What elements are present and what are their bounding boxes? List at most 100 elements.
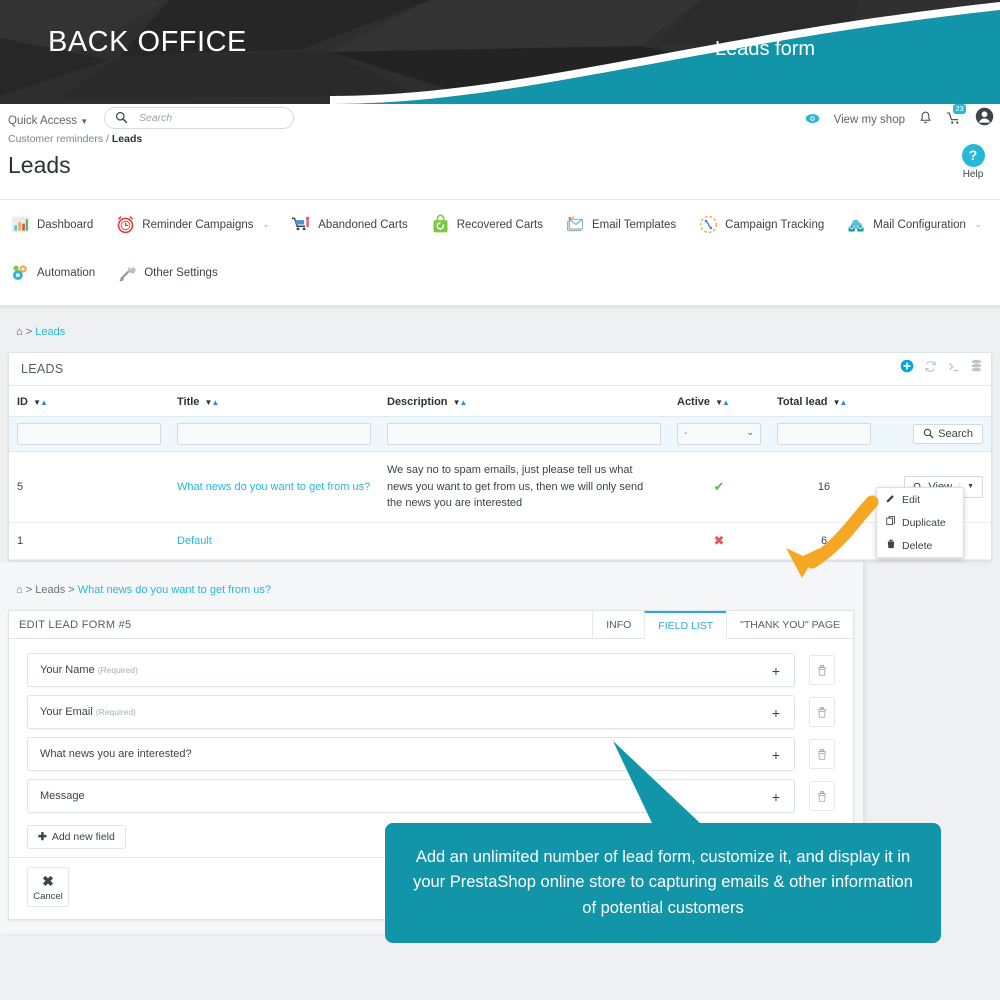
form-field-row: Your Email (Required) + (27, 695, 835, 729)
form-field-row: What news you are interested? + (27, 737, 835, 771)
filter-title-input[interactable] (177, 423, 371, 445)
filter-total-lead-input[interactable] (777, 423, 871, 445)
nav-item-reminder-campaigns[interactable]: Reminder Campaigns ⌄ (115, 214, 269, 235)
field-your-email[interactable]: Your Email (Required) + (27, 695, 795, 729)
expand-plus-icon[interactable]: + (772, 705, 780, 721)
nav-item-label: Abandoned Carts (318, 219, 408, 231)
database-icon[interactable] (970, 359, 983, 376)
tab-info[interactable]: INFO (592, 611, 644, 639)
expand-plus-icon[interactable]: + (772, 789, 780, 805)
nav-item-other-settings[interactable]: Other Settings (117, 262, 218, 283)
nav-item-email-templates[interactable]: Email Templates (565, 214, 676, 235)
filter-search-cell: Search (879, 417, 991, 452)
breadcrumb-current: Leads (112, 133, 142, 145)
nav-item-abandoned-carts[interactable]: Abandoned Carts (291, 214, 408, 235)
filter-active-select[interactable]: - ⌄ (677, 423, 761, 445)
breadcrumb-current-link[interactable]: What news do you want to get from us? (78, 584, 271, 596)
field-message[interactable]: Message + (27, 779, 795, 813)
search-button[interactable]: Search (913, 424, 983, 444)
dropdown-item-duplicate[interactable]: Duplicate (877, 511, 963, 534)
delete-field-button[interactable] (809, 655, 835, 685)
dropdown-item-edit[interactable]: Edit (877, 488, 963, 511)
leads-panel: LEADS ID (8, 352, 992, 561)
nav-item-campaign-tracking[interactable]: Campaign Tracking (698, 214, 824, 235)
field-what-news-interested[interactable]: What news you are interested? + (27, 737, 795, 771)
filter-description-input[interactable] (387, 423, 661, 445)
notifications-bell-icon[interactable] (919, 111, 932, 128)
cell-id: 5 (9, 452, 169, 523)
chevron-down-icon[interactable]: ⌄ (975, 220, 982, 229)
field-your-name[interactable]: Your Name (Required) + (27, 653, 795, 687)
cell-description: We say no to spam emails, just please te… (379, 452, 669, 523)
chevron-down-icon[interactable]: ⌄ (262, 220, 269, 229)
cell-total-lead: 6 (769, 522, 879, 559)
avatar[interactable] (975, 107, 994, 132)
add-new-field-button[interactable]: ✚ Add new field (27, 825, 126, 849)
nav-item-recovered-carts[interactable]: Recovered Carts (430, 214, 543, 235)
nav-item-mail-configuration[interactable]: Mail Configuration ⌄ (846, 214, 981, 235)
field-label: What news you are interested? (40, 748, 192, 760)
add-icon[interactable] (900, 359, 914, 376)
search-input[interactable]: Search (104, 107, 294, 129)
nav-item-label: Mail Configuration (873, 219, 966, 231)
quick-access-menu[interactable]: Quick Access ▼ (8, 115, 88, 127)
plus-icon: ✚ (38, 831, 47, 843)
console-icon[interactable] (947, 360, 960, 376)
table-row[interactable]: 1 Default ✖ 6 (9, 522, 991, 559)
nav-item-label: Reminder Campaigns (142, 219, 253, 231)
lead-title-link[interactable]: What news do you want to get from us? (177, 481, 370, 493)
sort-arrows-icon[interactable]: ▼▲ (833, 398, 847, 407)
module-nav: Dashboard Reminder Campaigns ⌄ Abandoned Ca… (0, 200, 1000, 306)
help-button[interactable]: ? Help (956, 144, 990, 180)
leads-table-header-row: ID ▼▲ Title ▼▲ Description ▼▲ Active ▼▲ (9, 386, 991, 417)
cell-active: ✖ (669, 522, 769, 559)
promo-banner: BACK OFFICE Leads form (0, 0, 1000, 104)
cell-title: What news do you want to get from us? (169, 452, 379, 523)
dropdown-item-delete[interactable]: Delete (877, 534, 963, 557)
sort-arrows-icon[interactable]: ▼▲ (453, 398, 467, 407)
field-label: Your Email (Required) (40, 706, 136, 718)
orders-cart-icon[interactable]: 23 (946, 111, 961, 128)
cell-total-lead: 16 (769, 452, 879, 523)
home-icon[interactable]: ⌂ (16, 584, 23, 596)
wrench-icon (117, 262, 138, 283)
view-my-shop-link[interactable]: View my shop (834, 114, 905, 126)
home-icon[interactable]: ⌂ (16, 326, 23, 338)
leads-filter-row: - ⌄ Search (9, 417, 991, 452)
breadcrumb-parent[interactable]: Customer reminders (8, 133, 103, 145)
expand-plus-icon[interactable]: + (772, 663, 780, 679)
col-description-label: Description (387, 396, 448, 408)
col-description: Description ▼▲ (379, 386, 669, 417)
bar-chart-icon (10, 214, 31, 235)
cancel-button[interactable]: ✖ Cancel (27, 867, 69, 907)
delete-field-button[interactable] (809, 739, 835, 769)
nav-item-dashboard[interactable]: Dashboard (10, 214, 93, 235)
filter-active-value: - (684, 428, 687, 439)
table-row[interactable]: 5 What news do you want to get from us? … (9, 452, 991, 523)
delete-field-button[interactable] (809, 781, 835, 811)
field-label-text: Message (40, 790, 85, 802)
col-actions (879, 386, 991, 417)
delete-field-button[interactable] (809, 697, 835, 727)
tab-thank-you-page[interactable]: "THANK YOU" PAGE (726, 611, 853, 639)
filter-id-input[interactable] (17, 423, 161, 445)
nav-item-automation[interactable]: Automation (10, 262, 95, 283)
col-title: Title ▼▲ (169, 386, 379, 417)
sort-arrows-icon[interactable]: ▼▲ (204, 398, 218, 407)
mail-cloud-icon (846, 214, 867, 235)
header-right-actions: View my shop 23 (805, 107, 994, 132)
tab-field-list[interactable]: FIELD LIST (644, 611, 726, 639)
breadcrumb-leads-link[interactable]: Leads (35, 326, 65, 338)
refresh-icon[interactable] (924, 360, 937, 376)
feature-callout-text: Add an unlimited number of lead form, cu… (385, 845, 941, 922)
sort-arrows-icon[interactable]: ▼▲ (33, 398, 47, 407)
lead-title-link[interactable]: Default (177, 535, 212, 547)
expand-plus-icon[interactable]: + (772, 747, 780, 763)
quick-access-label: Quick Access (8, 115, 77, 127)
copy-icon (886, 516, 896, 529)
breadcrumb-parent[interactable]: Leads (35, 584, 65, 596)
sort-arrows-icon[interactable]: ▼▲ (715, 398, 729, 407)
dropdown-item-delete-label: Delete (902, 540, 932, 552)
inactive-cross-icon: ✖ (714, 533, 725, 548)
filter-title-cell (169, 417, 379, 452)
